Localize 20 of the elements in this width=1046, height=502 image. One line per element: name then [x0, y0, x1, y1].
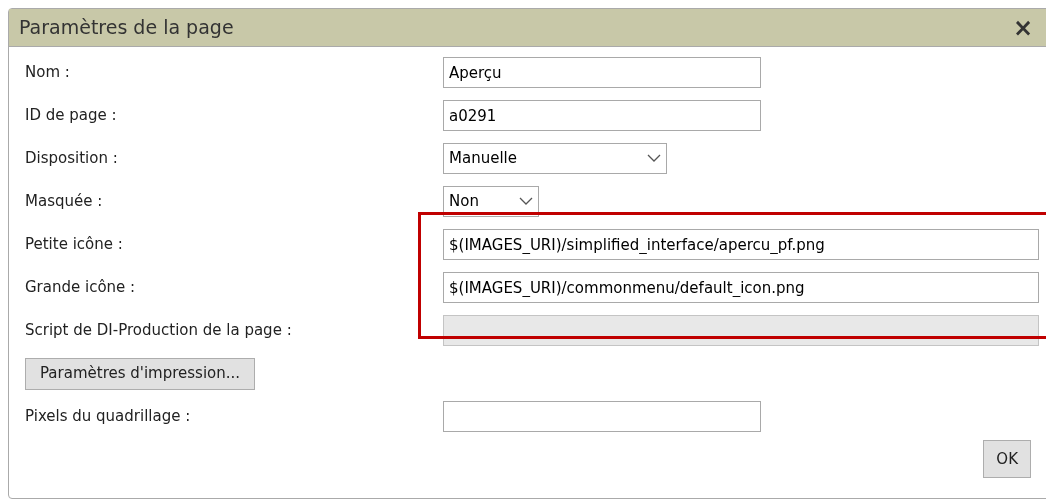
field-label: Disposition : [25, 148, 119, 170]
field-label: Masquée : [25, 191, 104, 213]
ok-button[interactable]: OK [983, 440, 1031, 478]
field-label: ID de page : [25, 105, 118, 127]
text-field[interactable]: a0291 [443, 100, 761, 131]
chevron-down-icon [647, 154, 661, 163]
dropdown[interactable]: Manuelle [443, 143, 667, 174]
field-label: Pixels du quadrillage : [25, 406, 192, 428]
text-field[interactable]: $(IMAGES_URI)/commonmenu/default_icon.png [443, 272, 1039, 303]
text-field[interactable] [443, 401, 761, 432]
close-button[interactable]: × [1012, 15, 1033, 40]
window-title: Paramètres de la page [19, 15, 234, 41]
text-field[interactable]: $(IMAGES_URI)/simplified_interface/apercu_pf.png [443, 229, 1039, 260]
text-field[interactable]: Aperçu [443, 57, 761, 88]
print-settings-button[interactable]: Paramètres d'impression... [25, 357, 256, 390]
field-label: Grande icône : [25, 277, 137, 299]
chevron-down-icon [519, 197, 533, 206]
field-label: Nom : [25, 62, 71, 84]
field-label: Script de DI-Production de la page : [25, 320, 293, 342]
field-label: Petite icône : [25, 234, 124, 256]
